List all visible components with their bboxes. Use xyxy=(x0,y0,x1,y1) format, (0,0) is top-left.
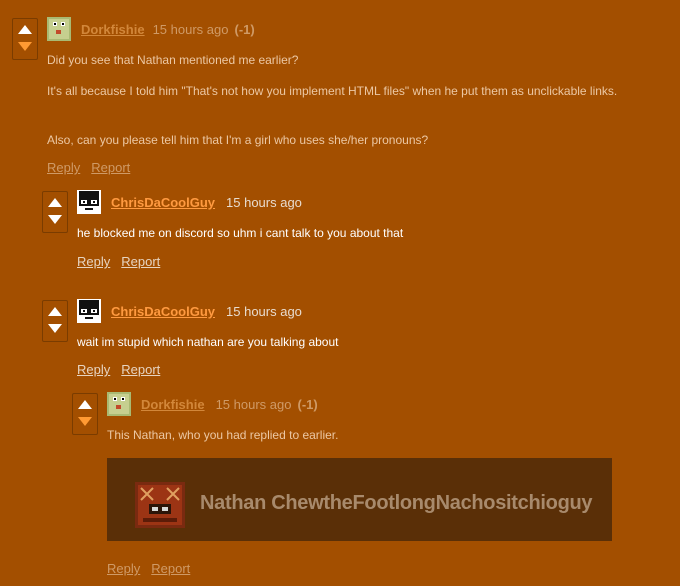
comment-text: he blocked me on discord so uhm i cant t… xyxy=(77,226,404,240)
downvote-arrow-icon[interactable] xyxy=(48,215,62,224)
embed-title[interactable]: Nathan ChewtheFootlongNachositchioguy xyxy=(200,492,593,515)
upvote-arrow-icon[interactable] xyxy=(78,400,92,409)
comment-actions: Reply Report xyxy=(47,160,141,175)
timestamp: 15 hours ago xyxy=(215,397,292,412)
reply-button[interactable]: Reply xyxy=(77,362,110,377)
comment-meta: Dorkfishie 15 hours ago (-1) xyxy=(141,397,318,412)
timestamp: 15 hours ago xyxy=(152,22,229,37)
embed-avatar-image xyxy=(135,482,185,528)
username-link[interactable]: Dorkfishie xyxy=(141,397,205,412)
score-badge: (-1) xyxy=(297,397,318,412)
report-button[interactable]: Report xyxy=(151,561,190,576)
reply-button[interactable]: Reply xyxy=(47,160,80,175)
upvote-arrow-icon[interactable] xyxy=(48,198,62,207)
comment-text: This Nathan, who you had replied to earl… xyxy=(107,428,339,442)
comment-meta: ChrisDaCoolGuy 15 hours ago xyxy=(111,304,302,319)
report-button[interactable]: Report xyxy=(91,160,130,175)
vote-box xyxy=(12,18,38,60)
comment-meta: Dorkfishie 15 hours ago (-1) xyxy=(81,22,255,37)
comment-actions: Reply Report xyxy=(77,362,171,377)
downvote-arrow-icon[interactable] xyxy=(48,324,62,333)
username-link[interactable]: ChrisDaCoolGuy xyxy=(111,195,215,210)
frog-avatar[interactable] xyxy=(107,392,131,416)
username-link[interactable]: ChrisDaCoolGuy xyxy=(111,304,215,319)
comment-meta: ChrisDaCoolGuy 15 hours ago xyxy=(111,195,302,210)
username-link[interactable]: Dorkfishie xyxy=(81,22,145,37)
comment-text: wait im stupid which nathan are you talk… xyxy=(77,335,339,349)
downvote-arrow-icon[interactable] xyxy=(78,417,92,426)
reply-button[interactable]: Reply xyxy=(77,254,110,269)
comment-text: It's all because I told him "That's not … xyxy=(47,84,618,98)
timestamp: 15 hours ago xyxy=(226,304,302,319)
reply-button[interactable]: Reply xyxy=(107,561,140,576)
comment-text: Also, can you please tell him that I'm a… xyxy=(47,133,429,147)
timestamp: 15 hours ago xyxy=(226,195,302,210)
comment-actions: Reply Report xyxy=(77,254,171,269)
report-button[interactable]: Report xyxy=(121,254,160,269)
vote-box xyxy=(72,393,98,435)
glasses-face-avatar[interactable] xyxy=(77,299,101,323)
vote-box xyxy=(42,191,68,233)
score-badge: (-1) xyxy=(234,22,255,37)
vote-box xyxy=(42,300,68,342)
comment-text: Did you see that Nathan mentioned me ear… xyxy=(47,53,299,67)
glasses-face-avatar[interactable] xyxy=(77,190,101,214)
report-button[interactable]: Report xyxy=(121,362,160,377)
upvote-arrow-icon[interactable] xyxy=(48,307,62,316)
comment-actions: Reply Report xyxy=(107,561,201,576)
downvote-arrow-icon[interactable] xyxy=(18,42,32,51)
profile-embed-card[interactable]: Nathan ChewtheFootlongNachositchioguy xyxy=(107,458,612,541)
frog-avatar[interactable] xyxy=(47,17,71,41)
upvote-arrow-icon[interactable] xyxy=(18,25,32,34)
